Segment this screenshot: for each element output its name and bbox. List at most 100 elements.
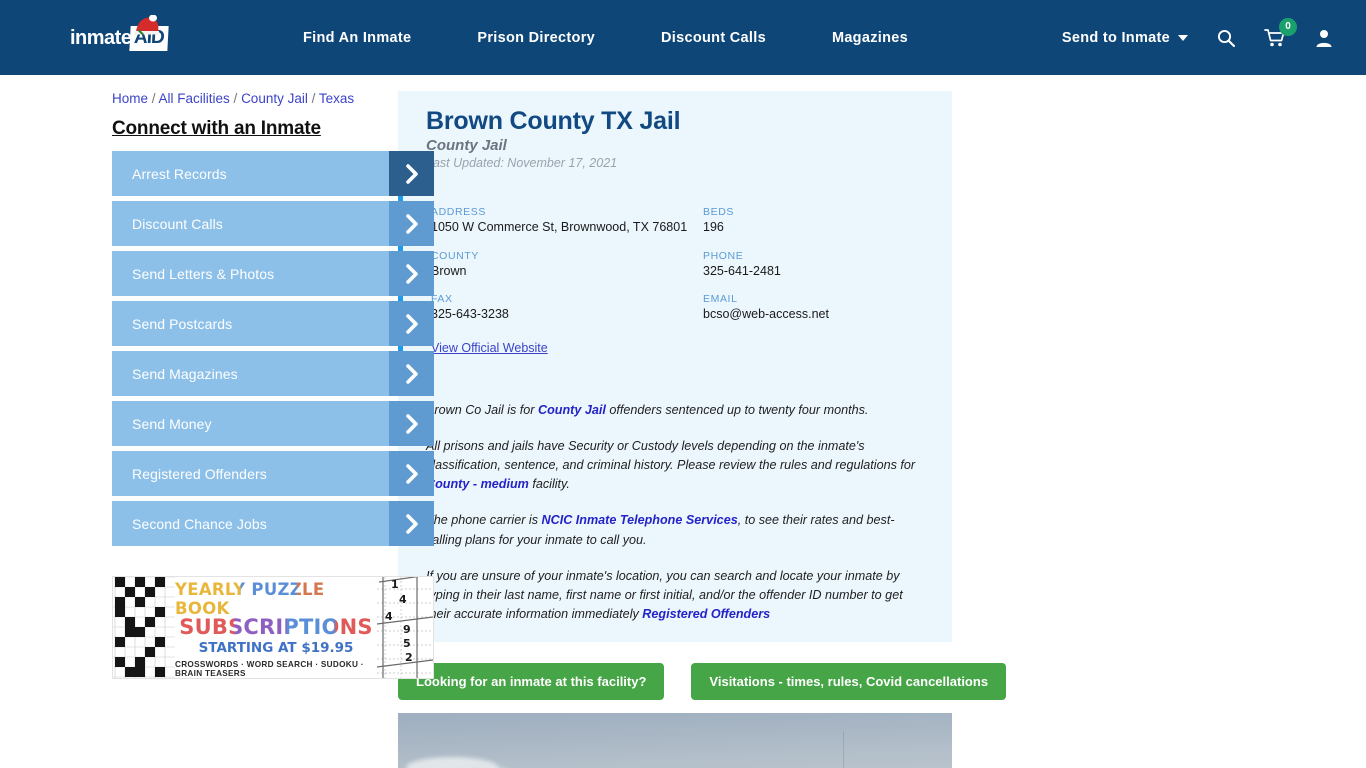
- sudoku-grid-graphic: 1 4 4 9 5 2: [376, 577, 433, 678]
- visitations-button[interactable]: Visitations - times, rules, Covid cancel…: [691, 663, 1007, 701]
- detail-label: FAX: [431, 293, 453, 306]
- breadcrumb-item-home[interactable]: Home: [112, 91, 148, 106]
- detail-value: 1050 W Commerce St, Brownwood, TX 76801: [431, 220, 688, 234]
- sidebar-item-send-letters-photos[interactable]: Send Letters & Photos: [112, 251, 434, 296]
- description-paragraph-1: Brown Co Jail is for County Jail offende…: [426, 401, 924, 420]
- detail-fax: FAX 325-643-3238: [431, 293, 703, 323]
- last-updated-text: Last Updated: November 17, 2021: [426, 156, 618, 170]
- breadcrumb: Home / All Facilities / County Jail / Te…: [112, 91, 360, 106]
- pole-shape: [843, 731, 844, 768]
- chevron-right-icon: [389, 501, 434, 546]
- page-body: Home / All Facilities / County Jail / Te…: [0, 75, 1366, 768]
- detail-value: 196: [703, 220, 724, 234]
- ad-line-2: SUBSCRIPTIONS: [179, 615, 373, 639]
- chevron-right-icon: [389, 451, 434, 496]
- detail-value: bcso@web-access.net: [703, 307, 829, 322]
- link-ncic-inmate-telephone-services[interactable]: NCIC Inmate Telephone Services: [542, 513, 738, 527]
- nav-item-discount-calls[interactable]: Discount Calls: [628, 30, 799, 46]
- svg-text:9: 9: [403, 623, 411, 636]
- facility-description: Brown Co Jail is for County Jail offende…: [398, 401, 952, 624]
- nav-item-prison-directory[interactable]: Prison Directory: [444, 30, 628, 46]
- link-county-jail[interactable]: County Jail: [538, 403, 606, 417]
- desc-p2-text-a: All prisons and jails have Security or C…: [426, 439, 916, 473]
- sidebar-item-send-money[interactable]: Send Money: [112, 401, 434, 446]
- user-icon: [1316, 29, 1332, 47]
- detail-label: PHONE: [703, 249, 744, 262]
- main-content: Brown County TX Jail County Jail Last Up…: [360, 91, 1366, 768]
- search-icon: [1217, 29, 1236, 47]
- sidebar-heading: Connect with an Inmate: [112, 118, 321, 139]
- send-to-inmate-label: Send to Inmate: [1061, 29, 1170, 46]
- sidebar-item-label: Send Money: [132, 415, 212, 432]
- site-logo[interactable]: inmate AID: [70, 14, 190, 58]
- svg-text:5: 5: [403, 637, 411, 650]
- svg-text:4: 4: [385, 610, 393, 623]
- breadcrumb-item-texas[interactable]: Texas: [319, 91, 354, 106]
- detail-label: COUNTY: [431, 249, 479, 262]
- crossword-grid-graphic: [113, 577, 175, 678]
- detail-value: Brown: [431, 263, 467, 278]
- facility-header: Brown County TX Jail County Jail Last Up…: [398, 107, 952, 170]
- sidebar-item-label: Discount Calls: [132, 215, 223, 232]
- breadcrumb-item-county-jail[interactable]: County Jail: [241, 91, 308, 106]
- breadcrumb-separator: /: [148, 91, 159, 106]
- detail-label: EMAIL: [703, 293, 738, 306]
- description-paragraph-2: All prisons and jails have Security or C…: [426, 437, 924, 494]
- sidebar-item-label: Registered Offenders: [132, 465, 267, 482]
- chevron-right-icon: [389, 351, 434, 396]
- detail-email: EMAIL bcso@web-access.net: [703, 293, 952, 323]
- facility-details-block: ADDRESS 1050 W Commerce St, Brownwood, T…: [398, 194, 952, 367]
- looking-for-inmate-button[interactable]: Looking for an inmate at this facility?: [398, 663, 665, 701]
- svg-text:1: 1: [391, 578, 399, 591]
- view-official-website-link[interactable]: View Official Website: [431, 341, 548, 355]
- chevron-right-icon: [389, 401, 434, 446]
- ad-categories-line: CROSSWORDS · WORD SEARCH · SUDOKU · BRAI…: [175, 660, 364, 678]
- santa-hat-icon: [135, 14, 159, 35]
- ad-copy: YEARLY PUZZLE BOOK SUBSCRIPTIONS STARTIN…: [175, 577, 377, 678]
- search-button[interactable]: [1216, 28, 1236, 48]
- breadcrumb-item-all-facilities[interactable]: All Facilities: [159, 91, 230, 106]
- puzzle-book-ad-banner[interactable]: YEARLY PUZZLE BOOK SUBSCRIPTIONS STARTIN…: [112, 576, 434, 679]
- chevron-right-icon: [389, 201, 434, 246]
- cart-count-badge: 0: [1279, 17, 1297, 36]
- description-paragraph-4: If you are unsure of your inmate's locat…: [426, 567, 924, 624]
- chevron-down-icon: [1178, 34, 1188, 41]
- main-nav-links: Find An Inmate Prison Directory Discount…: [270, 30, 941, 46]
- link-county-medium[interactable]: County - medium: [426, 477, 529, 491]
- sidebar-item-label: Send Letters & Photos: [132, 265, 275, 282]
- nav-item-magazines[interactable]: Magazines: [799, 30, 941, 46]
- desc-p2-text-b: facility.: [528, 477, 570, 492]
- sidebar-item-label: Send Postcards: [132, 315, 233, 332]
- nav-right-cluster: Send to Inmate 0: [1062, 17, 1348, 48]
- description-paragraph-3: The phone carrier is NCIC Inmate Telepho…: [426, 511, 924, 549]
- sidebar-item-send-magazines[interactable]: Send Magazines: [112, 351, 434, 396]
- detail-value: 325-643-3238: [431, 307, 509, 322]
- sidebar-item-label: Arrest Records: [132, 165, 227, 182]
- facility-card: Brown County TX Jail County Jail Last Up…: [398, 91, 952, 643]
- sidebar-item-send-postcards[interactable]: Send Postcards: [112, 301, 434, 346]
- detail-label: BEDS: [703, 206, 734, 218]
- sidebar-item-arrest-records[interactable]: Arrest Records: [112, 151, 434, 196]
- page-title: Brown County TX Jail: [426, 107, 681, 135]
- desc-p1-text-b: offenders sentenced up to twenty four mo…: [605, 402, 869, 417]
- svg-text:2: 2: [405, 651, 413, 664]
- desc-p1-text-a: Brown Co Jail is for: [426, 402, 538, 417]
- desc-p3-text-a: The phone carrier is: [426, 513, 542, 528]
- nav-item-send-to-inmate[interactable]: Send to Inmate: [1062, 30, 1188, 46]
- sidebar-item-registered-offenders[interactable]: Registered Offenders: [112, 451, 434, 496]
- detail-phone: PHONE 325-641-2481: [703, 250, 952, 280]
- detail-address: ADDRESS 1050 W Commerce St, Brownwood, T…: [431, 206, 703, 236]
- cta-button-row: Looking for an inmate at this facility? …: [398, 663, 1007, 701]
- top-navigation-bar: inmate AID Find An Inmate Prison Directo…: [0, 0, 1366, 75]
- breadcrumb-separator: /: [229, 91, 242, 106]
- link-registered-offenders[interactable]: Registered Offenders: [642, 607, 770, 621]
- cart-button[interactable]: 0: [1264, 17, 1297, 48]
- account-button[interactable]: [1314, 28, 1334, 48]
- sidebar-item-discount-calls[interactable]: Discount Calls: [112, 201, 434, 246]
- facility-photo: [398, 713, 952, 768]
- svg-text:4: 4: [399, 593, 407, 606]
- sidebar-item-label: Second Chance Jobs: [132, 515, 267, 532]
- sidebar-item-second-chance-jobs[interactable]: Second Chance Jobs: [112, 501, 434, 546]
- detail-value: 325-641-2481: [703, 263, 781, 278]
- nav-item-find-an-inmate[interactable]: Find An Inmate: [270, 30, 444, 46]
